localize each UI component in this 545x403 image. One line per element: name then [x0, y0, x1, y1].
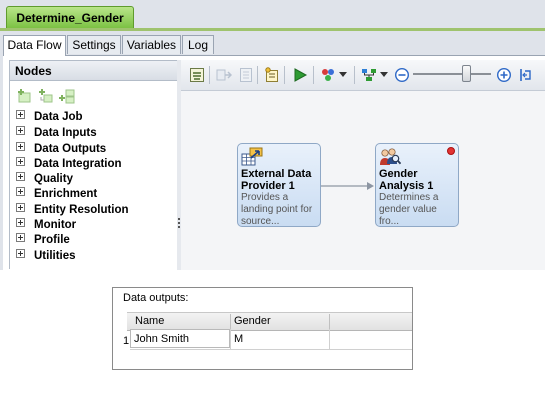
job-tab-underline [0, 28, 545, 31]
data-job-editor: Determine_Gender Data Flow Settings Vari… [0, 0, 545, 270]
column-header-name[interactable]: Name [135, 313, 164, 330]
add-child-icon[interactable] [38, 88, 54, 104]
reset-zoom-icon[interactable] [518, 67, 534, 83]
column-header-gender[interactable]: Gender [234, 313, 271, 330]
expand-icon[interactable] [16, 218, 25, 227]
cell-gender[interactable]: M [234, 331, 243, 347]
error-indicator-icon[interactable] [447, 147, 455, 155]
splitter-grip [178, 226, 180, 228]
run-icon[interactable] [292, 67, 308, 83]
column-separator[interactable] [230, 314, 231, 329]
expand-icon[interactable] [16, 233, 25, 242]
zoom-slider-track[interactable] [413, 73, 491, 75]
node-title: External Data Provider 1 [241, 168, 312, 192]
flow-connector-arrow[interactable] [321, 180, 376, 192]
tree-item-entity-resolution[interactable]: Entity Resolution [16, 203, 129, 218]
expand-icon[interactable] [16, 142, 25, 151]
tree-item-data-integration[interactable]: Data Integration [16, 157, 122, 172]
toolbar-separator [209, 66, 210, 84]
tab-variables[interactable]: Variables [122, 35, 181, 54]
grid-line [329, 329, 330, 349]
gender-analysis-icon [380, 148, 401, 165]
zoom-out-icon[interactable] [394, 67, 410, 83]
expand-icon[interactable] [16, 249, 25, 258]
attach-icon[interactable] [264, 67, 280, 83]
chevron-down-icon[interactable] [380, 70, 388, 78]
tab-settings[interactable]: Settings [67, 35, 121, 54]
node-actions-icon[interactable] [320, 67, 336, 83]
node-title: Gender Analysis 1 [379, 168, 434, 192]
data-outputs-panel: Data outputs: Name Gender 1 John Smith M [112, 287, 413, 370]
expand-icon[interactable] [16, 187, 25, 196]
tree-item-quality[interactable]: Quality [16, 172, 73, 187]
tree-item-utilities[interactable]: Utilities [16, 249, 76, 264]
expand-icon[interactable] [16, 126, 25, 135]
toolbar-separator [257, 66, 258, 84]
properties-icon[interactable] [189, 67, 205, 83]
tree-item-enrichment[interactable]: Enrichment [16, 187, 97, 202]
tree-item-data-outputs[interactable]: Data Outputs [16, 142, 106, 157]
tree-item-profile[interactable]: Profile [16, 233, 70, 248]
notes-icon[interactable] [238, 67, 254, 83]
add-sibling-icon[interactable] [59, 88, 75, 104]
nodes-panel: Nodes Data Job Data Inputs Data Outputs … [9, 60, 179, 269]
data-outputs-title: Data outputs: [123, 292, 189, 304]
grid-line [230, 329, 231, 349]
expand-icon[interactable] [16, 157, 25, 166]
tab-log[interactable]: Log [182, 35, 214, 54]
expand-icon[interactable] [16, 172, 25, 181]
flow-node-external-data-provider[interactable]: External Data Provider 1 Provides a land… [237, 143, 321, 227]
row-number: 1 [123, 335, 130, 347]
cell-name[interactable]: John Smith [134, 331, 189, 347]
zoom-in-icon[interactable] [496, 67, 512, 83]
expand-icon[interactable] [16, 110, 25, 119]
grid-line [130, 349, 412, 350]
tab-data-flow[interactable]: Data Flow [3, 35, 66, 56]
expand-icon[interactable] [16, 203, 25, 212]
add-node-icon[interactable] [17, 88, 33, 104]
toolbar-separator [313, 66, 314, 84]
nodes-panel-title: Nodes [10, 61, 178, 81]
column-separator[interactable] [329, 314, 330, 329]
job-tab[interactable]: Determine_Gender [6, 6, 134, 29]
splitter-grip [178, 218, 180, 220]
external-data-icon [241, 147, 263, 166]
chevron-down-icon[interactable] [339, 70, 347, 78]
node-description: Provides a landing point for source... [241, 192, 313, 227]
tree-item-data-inputs[interactable]: Data Inputs [16, 126, 97, 141]
flow-node-gender-analysis[interactable]: Gender Analysis 1 Determines a gender va… [375, 143, 459, 227]
toolbar-separator [354, 66, 355, 84]
tree-item-data-job[interactable]: Data Job [16, 110, 83, 125]
layout-icon[interactable] [361, 67, 377, 83]
toolbar-separator [284, 66, 285, 84]
zoom-slider-thumb[interactable] [462, 65, 471, 82]
splitter-grip [178, 222, 180, 224]
tree-item-monitor[interactable]: Monitor [16, 218, 76, 233]
node-description: Determines a gender value fro... [379, 192, 439, 227]
import-icon[interactable] [216, 67, 232, 83]
